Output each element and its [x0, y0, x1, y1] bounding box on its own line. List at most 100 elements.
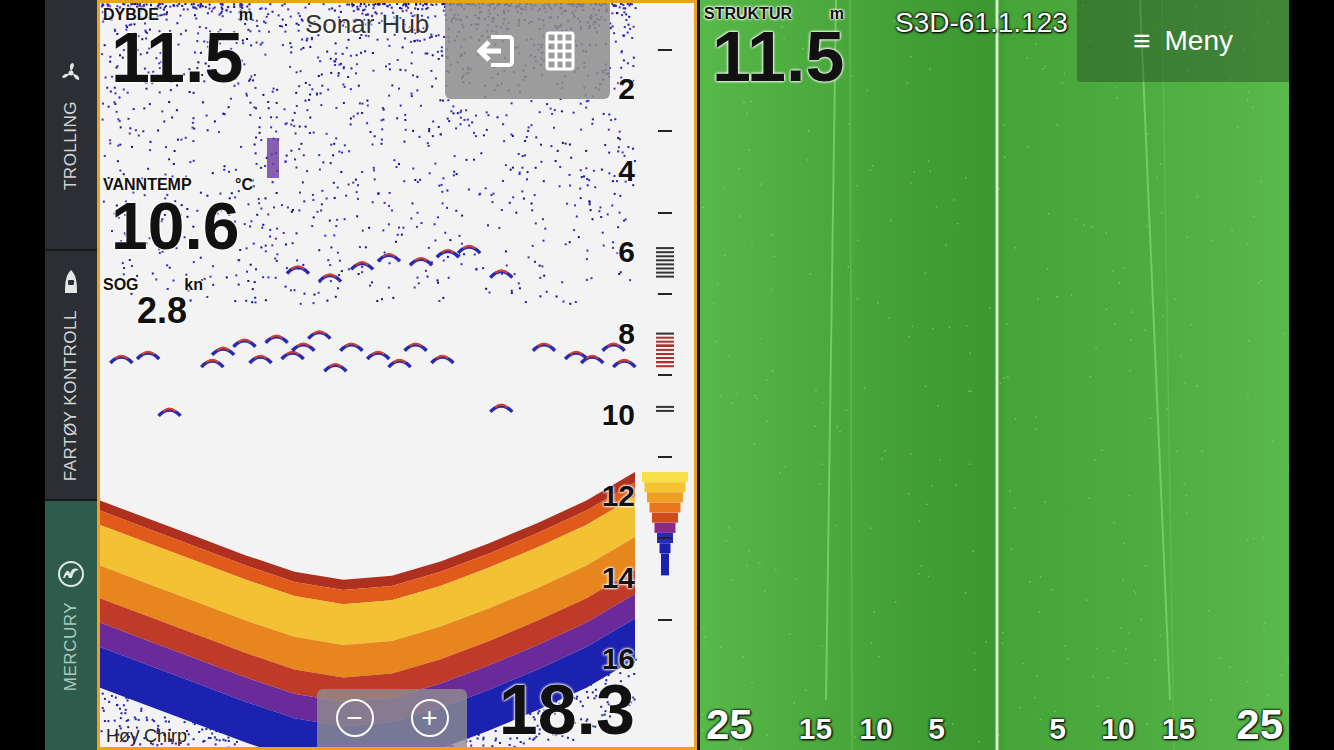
fish-arch — [405, 344, 427, 351]
depth-tick — [658, 374, 672, 376]
readout: SOGkn2.8 — [103, 277, 253, 329]
fish-arch — [266, 335, 288, 342]
readout-value: 11.5 — [103, 23, 253, 93]
fish-arch — [110, 356, 132, 363]
fish-arch — [367, 352, 389, 359]
fish-arch — [613, 360, 635, 367]
range-label: 15 — [799, 714, 832, 744]
readout-label: STRUKTUR — [704, 6, 792, 22]
range-label: 25 — [1236, 704, 1283, 746]
fish-arch — [319, 274, 341, 281]
back-icon — [475, 33, 515, 69]
depth-scale-label: 14 — [602, 563, 635, 593]
fish-arch — [490, 270, 512, 277]
depth-scale-label: 4 — [618, 156, 635, 186]
fish-arch — [282, 352, 304, 359]
depth-tick — [658, 293, 672, 295]
readout: STRUKTUR m11.5 — [704, 6, 844, 92]
fish-arch — [308, 331, 330, 338]
back-button[interactable] — [473, 29, 517, 73]
fish-arch — [581, 356, 603, 363]
sidebar-label: MERCURY — [58, 602, 84, 691]
zoom-out-button[interactable]: − — [336, 699, 374, 737]
screen-margin — [0, 0, 45, 750]
depth-tick — [658, 130, 672, 132]
readout-label: SOG — [103, 277, 139, 293]
fan-icon — [57, 59, 85, 87]
range-label: 10 — [859, 714, 892, 744]
bottom-profile — [100, 472, 637, 747]
structure-image — [700, 0, 1289, 750]
layout-button[interactable] — [538, 26, 582, 76]
sidebar-item[interactable]: TROLLING — [45, 0, 97, 249]
fish-arch — [287, 266, 309, 273]
range-label: 10 — [1101, 714, 1134, 744]
fish-arch — [431, 356, 453, 363]
fish-arch — [410, 258, 432, 265]
boat-icon — [57, 268, 85, 296]
sidebar-label: FARTØY KONTROLL — [58, 310, 84, 481]
mercury-logo-icon — [57, 560, 85, 588]
depth-scale-label: 16 — [602, 644, 635, 674]
screen-margin — [1289, 0, 1334, 750]
fish-arch — [437, 250, 459, 257]
fish-arch — [212, 348, 234, 355]
zoom-in-button[interactable]: + — [411, 699, 449, 737]
fish-arch — [340, 344, 362, 351]
readout-unit: m — [830, 6, 844, 22]
depth-scale-label: 12 — [602, 481, 635, 511]
sonar-chart — [100, 3, 694, 747]
sonar-panel[interactable]: 246810121416DYBDEm11.5VANNTEMP°C10.6SOGk… — [97, 0, 697, 750]
fish-arch — [324, 364, 346, 371]
range-readout: 18.3 — [499, 675, 635, 745]
structure-image-area — [700, 0, 1289, 750]
readout-header: VANNTEMP°C — [103, 177, 253, 193]
sidebar-item[interactable]: MERCURY — [45, 501, 97, 750]
toolbar — [445, 3, 610, 99]
readout-value: 11.5 — [704, 22, 844, 92]
fish-arch — [533, 344, 555, 351]
depth-tick — [658, 212, 672, 214]
menu-label: Meny — [1165, 27, 1233, 55]
fish-arch — [351, 262, 373, 269]
readout-header: STRUKTUR m — [704, 6, 844, 22]
menu-icon: ≡ — [1133, 26, 1151, 56]
pane-title: Sonar Hub — [305, 11, 429, 37]
readout: DYBDE m11.5 — [103, 7, 253, 93]
depth-scale-label: 8 — [618, 319, 635, 349]
range-label: 5 — [1049, 714, 1066, 744]
readout-unit: m — [239, 7, 253, 23]
sidebar-label: TROLLING — [58, 101, 84, 190]
readout-label: DYBDE — [103, 7, 159, 23]
readouts: DYBDE m11.5 VANNTEMP°C10.6 SOGkn2.8 — [103, 7, 253, 329]
sonar-screen: TROLLING FARTØY KONTROLL MERCURY 2 4 6 8 10 12 14… — [0, 0, 1334, 750]
depth-tick — [658, 619, 672, 621]
range-label: 25 — [706, 704, 753, 746]
sonar-chart-area — [100, 3, 694, 747]
fish-arch — [234, 339, 256, 346]
range-label: 5 — [928, 714, 945, 744]
zoom-controls: −+ — [317, 689, 467, 747]
sidebar-item[interactable]: FARTØY KONTROLL — [45, 251, 97, 500]
menu-button[interactable]: ≡ Meny — [1077, 0, 1289, 82]
depth-scale-label: 2 — [618, 74, 635, 104]
fish-arch — [201, 360, 223, 367]
depth-scale-label: 6 — [618, 237, 635, 267]
fish-arch — [389, 360, 411, 367]
range-label: 15 — [1162, 714, 1195, 744]
fish-arch — [292, 344, 314, 351]
fish-arch — [159, 409, 181, 416]
grid-icon — [545, 31, 575, 71]
fish-arch — [378, 254, 400, 261]
depth-tick — [658, 456, 672, 458]
transducer-source: S3D-61.1.123 — [895, 9, 1068, 37]
structure-panel[interactable]: STRUKTUR m11.5 S3D-61.1.123 ≡ Meny 25 15 10 5 5 10… — [697, 0, 1289, 750]
fish-arch — [137, 352, 159, 359]
fish-arch — [490, 405, 512, 412]
depth-tick — [658, 49, 672, 51]
readout-header: DYBDE m — [103, 7, 253, 23]
readout: VANNTEMP°C10.6 — [103, 177, 253, 259]
sidebar: TROLLING FARTØY KONTROLL MERCURY — [45, 0, 97, 750]
fish-arch — [250, 356, 272, 363]
readout-label: VANNTEMP — [103, 177, 192, 193]
